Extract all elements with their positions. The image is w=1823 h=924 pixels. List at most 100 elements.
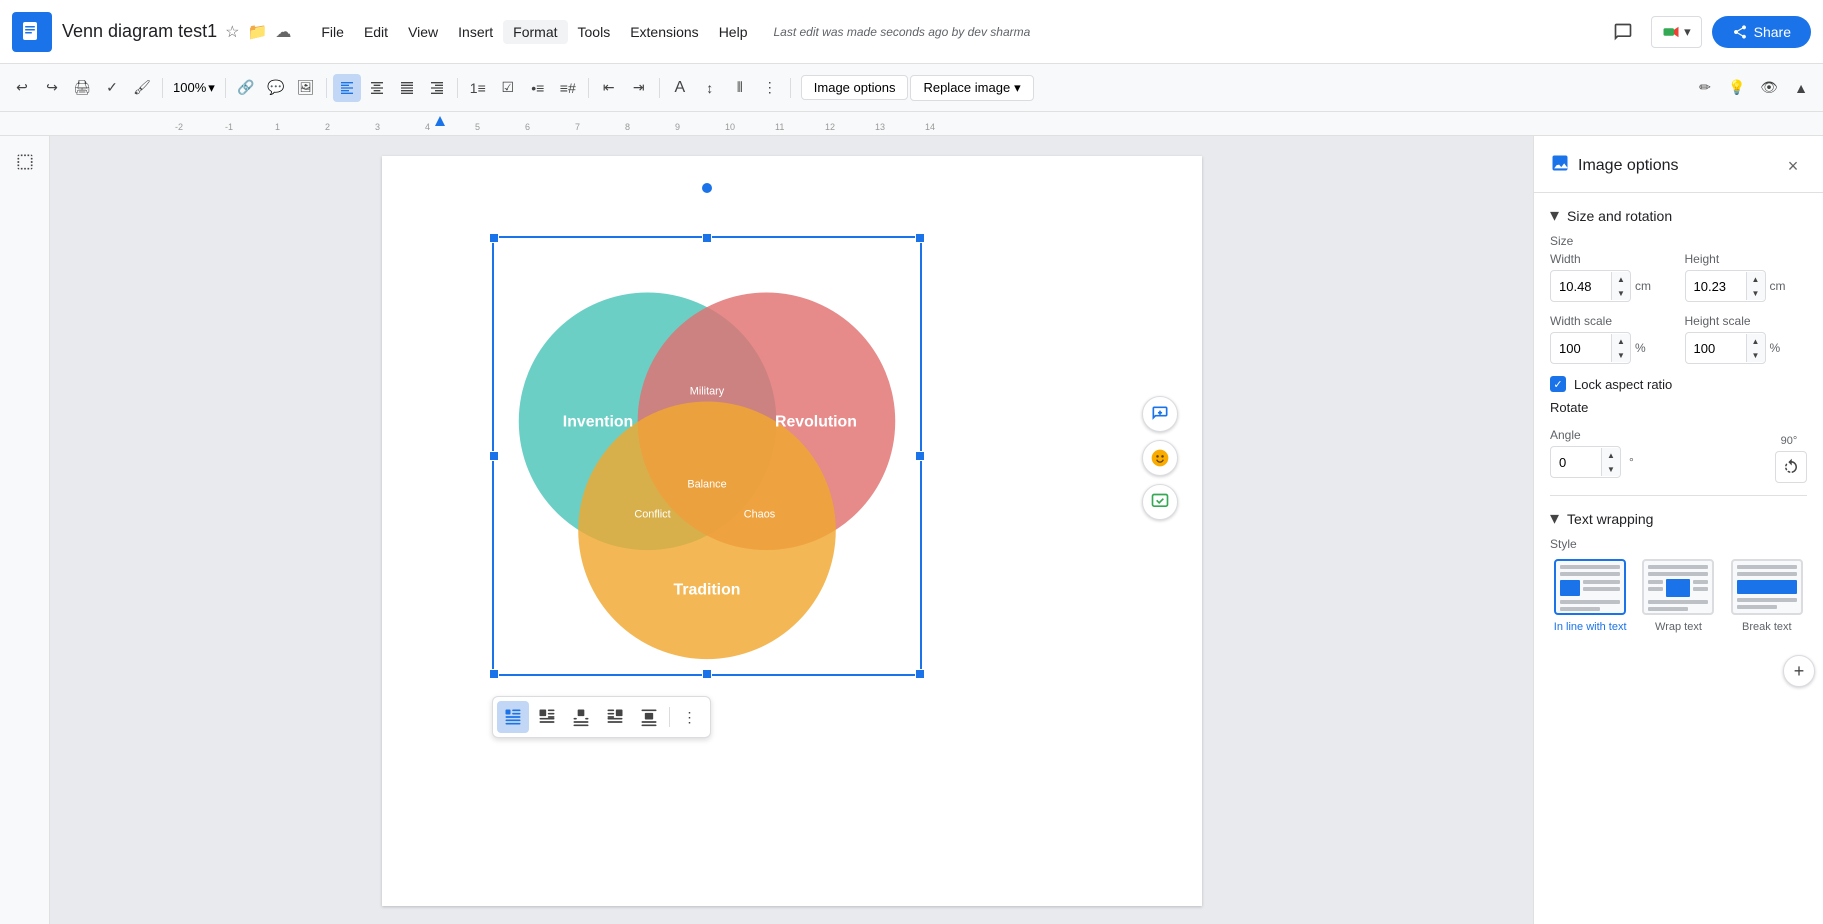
share-button[interactable]: Share	[1712, 16, 1811, 48]
page-navigator-button[interactable]	[9, 146, 41, 178]
width-scale-input[interactable]	[1551, 341, 1611, 356]
selection-handle-mr[interactable]	[915, 451, 925, 461]
width-scale-down-button[interactable]: ▼	[1612, 348, 1630, 362]
expand-toolbar-button[interactable]: ▲	[1787, 74, 1815, 102]
image-options-toolbar-button[interactable]: Image options	[801, 75, 909, 100]
float-image-link-button[interactable]	[1142, 484, 1178, 520]
star-icon[interactable]: ☆	[225, 22, 239, 42]
height-scale-input[interactable]	[1686, 341, 1746, 356]
doc-title[interactable]: Venn diagram test1	[62, 21, 217, 42]
height-input[interactable]	[1686, 279, 1746, 294]
align-right-button[interactable]	[423, 74, 451, 102]
image-button[interactable]: 🖼	[292, 74, 320, 102]
edit-mode-button[interactable]: ✏	[1691, 74, 1719, 102]
indent-increase-button[interactable]: ⇥	[625, 74, 653, 102]
selection-handle-tl[interactable]	[489, 233, 499, 243]
line-spacing-button[interactable]: ↕	[696, 74, 724, 102]
columns-button[interactable]: ⫴	[726, 74, 754, 102]
panel-close-button[interactable]: ×	[1779, 152, 1807, 180]
selection-handle-ml[interactable]	[489, 451, 499, 461]
replace-image-button[interactable]: Replace image ▾	[910, 75, 1033, 101]
cloud-icon[interactable]: ☁	[275, 22, 291, 42]
menu-edit[interactable]: Edit	[354, 20, 398, 44]
size-rotation-chevron: ▾	[1550, 205, 1559, 226]
width-input[interactable]	[1551, 279, 1611, 294]
wrap-break-option[interactable]: Break text	[1727, 559, 1807, 633]
height-down-button[interactable]: ▼	[1747, 286, 1765, 300]
indent-decrease-button[interactable]: ⇤	[595, 74, 623, 102]
svg-text:-2: -2	[175, 122, 183, 132]
link-button[interactable]: 🔗	[232, 74, 260, 102]
image-wrap-right-button[interactable]	[599, 701, 631, 733]
meet-button[interactable]: ▾	[1651, 16, 1702, 48]
selection-handle-tr[interactable]	[915, 233, 925, 243]
lock-aspect-checkbox[interactable]	[1550, 376, 1566, 392]
height-scale-up-button[interactable]: ▲	[1747, 334, 1765, 348]
ruler: -2 -1 1 2 3 4 5 6 7 8 9 10 11 12 13 14	[0, 112, 1823, 136]
svg-text:Invention: Invention	[562, 413, 632, 430]
width-down-button[interactable]: ▼	[1612, 286, 1630, 300]
menu-view[interactable]: View	[398, 20, 448, 44]
redo-button[interactable]: ↪	[38, 74, 66, 102]
selection-handle-top-rotate[interactable]	[702, 183, 712, 193]
angle-input[interactable]	[1551, 455, 1601, 470]
svg-text:3: 3	[375, 122, 380, 132]
height-up-button[interactable]: ▲	[1747, 272, 1765, 286]
venn-diagram-container[interactable]: Invention Revolution Tradition Military …	[492, 236, 922, 676]
wrap-text-option[interactable]: Wrap text	[1638, 559, 1718, 633]
width-scale-up-button[interactable]: ▲	[1612, 334, 1630, 348]
indent-list-button[interactable]: ≡#	[554, 74, 582, 102]
view-mode-button[interactable]: 👁	[1755, 74, 1783, 102]
rotate-90-label: 90°	[1781, 435, 1798, 447]
menu-insert[interactable]: Insert	[448, 20, 503, 44]
more-options-button[interactable]: ⋮	[756, 74, 784, 102]
image-break-text-button[interactable]	[633, 701, 665, 733]
height-unit: cm	[1770, 279, 1786, 293]
float-emoji-button[interactable]	[1142, 440, 1178, 476]
menu-format[interactable]: Format	[503, 20, 567, 44]
float-add-comment-button[interactable]	[1142, 396, 1178, 432]
selection-handle-tm[interactable]	[702, 233, 712, 243]
zoom-dropdown[interactable]: 100% ▾	[169, 78, 219, 98]
undo-button[interactable]: ↩	[8, 74, 36, 102]
angle-up-button[interactable]: ▲	[1602, 448, 1620, 462]
comment-doc-button[interactable]: 💬	[262, 74, 290, 102]
menu-tools[interactable]: Tools	[568, 20, 621, 44]
align-justify-button[interactable]	[393, 74, 421, 102]
width-up-button[interactable]: ▲	[1612, 272, 1630, 286]
spellcheck-button[interactable]: ✓	[98, 74, 126, 102]
angle-down-button[interactable]: ▼	[1602, 462, 1620, 476]
wrap-inline-option[interactable]: In line with text	[1550, 559, 1630, 633]
ordered-list-button[interactable]: 1≡	[464, 74, 492, 102]
svg-text:11: 11	[775, 122, 784, 132]
bullet-list-button[interactable]: •≡	[524, 74, 552, 102]
wrap-inline-label: In line with text	[1554, 621, 1627, 633]
paint-format-button[interactable]: 🖌	[128, 74, 156, 102]
image-wrap-left-button[interactable]	[531, 701, 563, 733]
selection-handle-bm[interactable]	[702, 669, 712, 679]
selection-handle-bl[interactable]	[489, 669, 499, 679]
comment-button[interactable]	[1605, 14, 1641, 50]
height-scale-down-button[interactable]: ▼	[1747, 348, 1765, 362]
print-button[interactable]: 🖨	[68, 74, 96, 102]
menu-extensions[interactable]: Extensions	[620, 20, 708, 44]
selection-handle-br[interactable]	[915, 669, 925, 679]
text-wrapping-section-header[interactable]: ▾ Text wrapping	[1534, 496, 1823, 537]
size-rotation-section-header[interactable]: ▾ Size and rotation	[1534, 193, 1823, 234]
rotate-90-button[interactable]	[1775, 451, 1807, 483]
align-center-button[interactable]	[363, 74, 391, 102]
align-left-button[interactable]	[333, 74, 361, 102]
panel-bottom: +	[1534, 645, 1823, 695]
menu-help[interactable]: Help	[709, 20, 758, 44]
toolbar: ↩ ↪ 🖨 ✓ 🖌 100% ▾ 🔗 💬 🖼 1≡ ☑ •≡ ≡# ⇤ ⇥ A …	[0, 64, 1823, 112]
image-wrap-center-button[interactable]	[565, 701, 597, 733]
document-area[interactable]: Invention Revolution Tradition Military …	[50, 136, 1533, 924]
folder-icon[interactable]: 📁	[247, 22, 267, 42]
suggest-mode-button[interactable]: 💡	[1723, 74, 1751, 102]
image-more-options-button[interactable]: ⋮	[674, 701, 706, 733]
highlight-button[interactable]: A	[666, 74, 694, 102]
menu-file[interactable]: File	[311, 20, 354, 44]
panel-add-button[interactable]: +	[1783, 655, 1815, 687]
image-wrap-inline-button[interactable]	[497, 701, 529, 733]
checklist-button[interactable]: ☑	[494, 74, 522, 102]
